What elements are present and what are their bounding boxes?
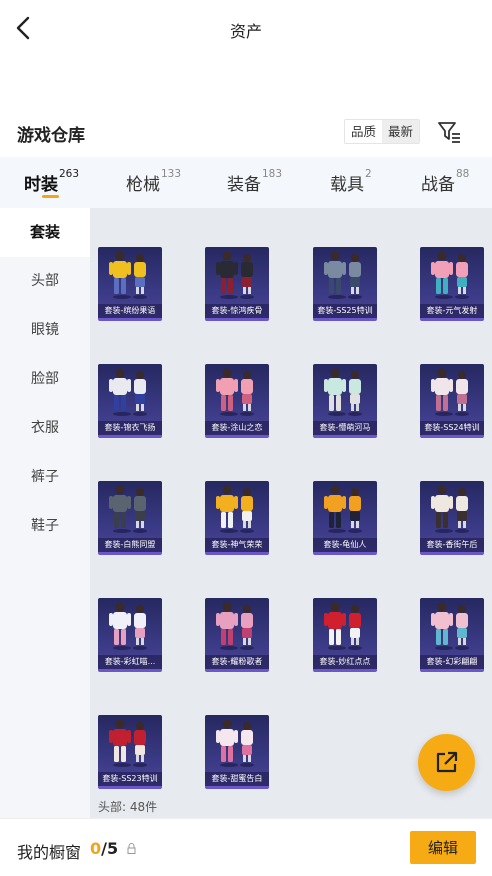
outfit-preview-image — [109, 368, 147, 416]
outfit-preview-image — [324, 368, 362, 416]
outfit-card[interactable]: 套装-SS25特训 — [313, 247, 377, 321]
outfit-preview-image — [324, 251, 362, 299]
outfit-card[interactable]: 套装-幻彩翩翩 — [420, 598, 484, 672]
page-title: 资产 — [229, 22, 262, 41]
outfit-card-label: 套装-SS25特训 — [313, 304, 377, 318]
tab-label: 枪械 — [126, 175, 160, 195]
tab-weapons[interactable]: 枪械133 — [126, 168, 182, 195]
outfit-card[interactable]: 套装-懵萌河马 — [313, 364, 377, 438]
outfit-card[interactable]: 套装-耀粉歌者 — [205, 598, 269, 672]
outfit-card-label: 套装-惊鸿疾骨 — [205, 304, 269, 318]
outfit-card[interactable]: 套装-神气荣荣 — [205, 481, 269, 555]
tab-count: 88 — [456, 168, 470, 180]
tab-vehicles[interactable]: 载具2 — [330, 168, 372, 195]
outfit-card[interactable]: 套装-龟仙人 — [313, 481, 377, 555]
outfit-card[interactable]: 套装-SS24特训 — [420, 364, 484, 438]
outfit-preview-image — [216, 602, 254, 650]
outfit-card-label: 套装-妙红点点 — [313, 655, 377, 669]
sort-quality-option[interactable]: 品质 — [345, 120, 382, 143]
outfit-preview-image — [324, 602, 362, 650]
outfit-card[interactable]: 套装-锦衣飞扬 — [98, 364, 162, 438]
edit-button[interactable]: 编辑 — [410, 831, 476, 864]
filter-icon[interactable] — [436, 120, 462, 144]
outfit-preview-image — [109, 602, 147, 650]
outfit-card-label: 套装-彩虹喵... — [98, 655, 162, 669]
tab-count: 183 — [262, 168, 283, 180]
outfit-card-label: 套装-白熊同盟 — [98, 538, 162, 552]
outfit-card-label: 套装-香街午后 — [420, 538, 484, 552]
external-link-icon — [436, 751, 458, 773]
tab-label: 战备 — [421, 175, 455, 195]
showcase-label: 我的橱窗 — [17, 843, 82, 862]
sidebar-item-set[interactable]: 套装 — [0, 208, 90, 257]
outfit-card-label: 套装-SS24特训 — [420, 421, 484, 435]
outfit-preview-image — [324, 485, 362, 533]
category-tabs: 时装263 枪械133 装备183 载具2 战备88 — [0, 157, 492, 208]
head-count-label: 头部: 48件 — [98, 800, 158, 814]
sidebar-item-clothes[interactable]: 衣服 — [0, 404, 90, 453]
outfit-card-label: 套装-甜蜜告白 — [205, 772, 269, 786]
sidebar-item-head[interactable]: 头部 — [0, 257, 90, 306]
outfit-card-label: 套装-缤纷果语 — [98, 304, 162, 318]
tab-supplies[interactable]: 战备88 — [421, 168, 470, 195]
outfit-preview-image — [109, 485, 147, 533]
tab-label: 装备 — [227, 175, 261, 195]
outfit-preview-image — [216, 368, 254, 416]
outfit-card-label: 套装-龟仙人 — [313, 538, 377, 552]
showcase-count: 0/5 — [90, 839, 118, 858]
share-button[interactable] — [418, 734, 475, 791]
sidebar-item-shoes[interactable]: 鞋子 — [0, 502, 90, 551]
outfit-card[interactable]: 套装-香街午后 — [420, 481, 484, 555]
outfit-card-label: 套装-神气荣荣 — [205, 538, 269, 552]
showcase-used: 0 — [90, 839, 102, 858]
outfit-card[interactable]: 套装-缤纷果语 — [98, 247, 162, 321]
sort-toggle: 品质 最新 — [344, 119, 421, 144]
showcase-total: /5 — [101, 839, 119, 858]
sidebar-item-glasses[interactable]: 眼镜 — [0, 306, 90, 355]
tab-count: 133 — [161, 168, 182, 180]
outfit-card[interactable]: 套装-涂山之恋 — [205, 364, 269, 438]
sidebar: 套装 头部 眼镜 脸部 衣服 裤子 鞋子 — [0, 208, 90, 818]
sort-newest-option[interactable]: 最新 — [382, 120, 420, 143]
tab-label: 时装 — [24, 175, 58, 195]
tab-fashion[interactable]: 时装263 — [24, 168, 80, 195]
outfit-card[interactable]: 套装-SS23特训 — [98, 715, 162, 789]
outfit-card[interactable]: 套装-彩虹喵... — [98, 598, 162, 672]
outfit-card-label: 套装-涂山之恋 — [205, 421, 269, 435]
outfit-preview-image — [216, 485, 254, 533]
outfit-preview-image — [109, 251, 147, 299]
outfit-card[interactable]: 套装-惊鸿疾骨 — [205, 247, 269, 321]
tab-label: 载具 — [330, 175, 364, 195]
tab-count: 2 — [365, 168, 372, 180]
outfit-card[interactable]: 套装-甜蜜告白 — [205, 715, 269, 789]
tab-equipment[interactable]: 装备183 — [227, 168, 283, 195]
active-tab-indicator — [42, 195, 59, 198]
outfit-card-label: 套装-耀粉歌者 — [205, 655, 269, 669]
top-bar: 资产 — [0, 0, 492, 58]
outfit-card-label: 套装-SS23特训 — [98, 772, 162, 786]
outfit-card[interactable]: 套装-元气发射 — [420, 247, 484, 321]
outfit-card-label: 套装-懵萌河马 — [313, 421, 377, 435]
outfit-preview-image — [109, 719, 147, 767]
outfit-preview-image — [431, 251, 469, 299]
outfit-card[interactable]: 套装-妙红点点 — [313, 598, 377, 672]
bottom-bar: 我的橱窗 0/5 编辑 — [0, 818, 492, 876]
warehouse-title: 游戏仓库 — [17, 126, 85, 146]
outfit-preview-image — [431, 368, 469, 416]
lock-icon — [127, 843, 136, 854]
outfit-preview-image — [216, 719, 254, 767]
outfit-preview-image — [216, 251, 254, 299]
outfit-card-label: 套装-幻彩翩翩 — [420, 655, 484, 669]
outfit-preview-image — [431, 602, 469, 650]
outfit-preview-image — [431, 485, 469, 533]
outfit-card-label: 套装-元气发射 — [420, 304, 484, 318]
sidebar-item-pants[interactable]: 裤子 — [0, 453, 90, 502]
tab-count: 263 — [59, 168, 80, 180]
outfit-card[interactable]: 套装-白熊同盟 — [98, 481, 162, 555]
sidebar-item-face[interactable]: 脸部 — [0, 355, 90, 404]
outfit-card-label: 套装-锦衣飞扬 — [98, 421, 162, 435]
